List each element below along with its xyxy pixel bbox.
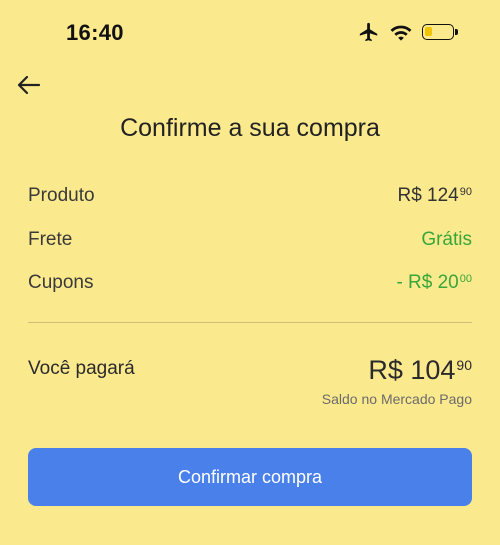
price-cents: 90 [459, 186, 472, 198]
total-price-main: R$ 104 [368, 355, 456, 385]
price-main: Grátis [421, 229, 472, 250]
summary-value: R$ 124 90 [397, 185, 472, 207]
wifi-icon [390, 23, 412, 41]
total-price: R$ 104 90 [368, 355, 472, 386]
status-time: 16:40 [66, 20, 124, 45]
summary-value: Grátis [421, 229, 472, 251]
battery-icon [422, 24, 458, 40]
summary-value: - R$ 20 00 [396, 272, 472, 294]
summary-row-frete: Frete Grátis [28, 229, 472, 251]
summary-row-cupons: Cupons - R$ 20 00 [28, 272, 472, 294]
status-icons [358, 21, 458, 43]
summary-row-produto: Produto R$ 124 90 [28, 185, 472, 207]
confirm-purchase-button[interactable]: Confirmar compra [28, 448, 472, 506]
total-label: Você pagará [28, 358, 135, 379]
back-button[interactable] [14, 72, 44, 102]
price-cents: 00 [459, 273, 472, 285]
price-main: - R$ 20 [396, 272, 459, 293]
page-title: Confirme a sua compra [120, 114, 380, 142]
battery-tip [455, 29, 458, 35]
battery-fill [425, 27, 432, 36]
summary-label: Cupons [28, 272, 94, 293]
summary-label: Produto [28, 185, 95, 206]
airplane-icon [358, 21, 380, 43]
status-bar: 16:40 [0, 0, 500, 68]
total-price-cents: 90 [456, 357, 472, 373]
summary-label: Frete [28, 229, 73, 250]
price-main: R$ 124 [397, 185, 459, 206]
arrow-left-icon [17, 75, 41, 100]
divider [28, 322, 472, 323]
payment-method-note: Saldo no Mercado Pago [321, 391, 472, 407]
